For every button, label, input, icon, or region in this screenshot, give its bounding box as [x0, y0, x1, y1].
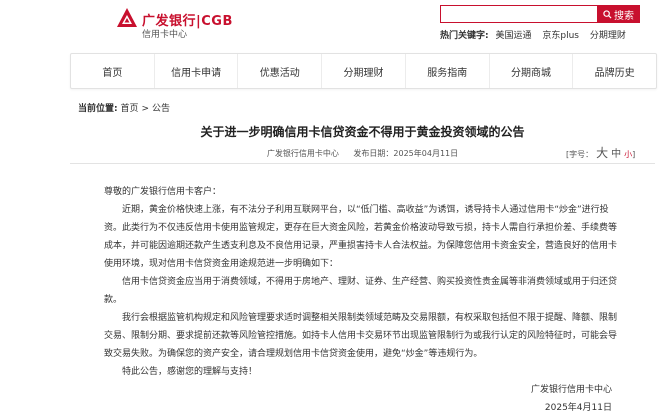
font-size-label: [字号：	[566, 150, 594, 159]
breadcrumb-separator: >	[141, 104, 150, 114]
hot-keywords-label: 热门关键字:	[440, 31, 489, 41]
nav-installment-finance[interactable]: 分期理财	[322, 54, 406, 88]
breadcrumb-home[interactable]: 首页	[120, 104, 138, 114]
font-size-end: ]	[632, 150, 636, 159]
hot-link-jd-plus[interactable]: 京东plus	[542, 31, 579, 41]
signature: 广发银行信用卡中心	[530, 385, 612, 395]
nav-card-apply[interactable]: 信用卡申请	[155, 54, 239, 88]
paragraph: 信用卡信贷资金应当用于消费领域，不得用于房地产、理财、证券、生产经营、购买投资性…	[104, 277, 618, 305]
article-title: 关于进一步明确信用卡信贷资金不得用于黄金投资领域的公告	[200, 125, 525, 139]
top-bar: 广发银行|CGB 信用卡中心 搜索 热门关键字: 美国运通 京东plus 分期理…	[0, 0, 660, 44]
paragraph: 近期，黄金价格快速上涨，有不法分子利用互联网平台，以“低门槛、高收益”为诱饵，诱…	[104, 205, 618, 269]
nav-service-guide[interactable]: 服务指南	[406, 54, 490, 88]
breadcrumb-notice[interactable]: 公告	[152, 104, 170, 114]
main-nav: 首页 信用卡申请 优惠活动 分期理财 服务指南 分期商城 品牌历史	[70, 53, 657, 89]
hot-link-amex[interactable]: 美国运通	[495, 31, 531, 41]
nav-brand-history[interactable]: 品牌历史	[573, 54, 656, 88]
search-button[interactable]: 搜索	[597, 5, 640, 23]
hot-keywords: 热门关键字: 美国运通 京东plus 分期理财	[440, 28, 634, 41]
search-input[interactable]	[440, 5, 603, 23]
search-button-label: 搜索	[614, 10, 634, 22]
font-size-medium[interactable]: 中	[611, 149, 621, 160]
article-body: 尊敬的广发银行信用卡客户： 近期，黄金价格快速上涨，有不法分子利用互联网平台，以…	[104, 183, 624, 381]
nav-promotions[interactable]: 优惠活动	[238, 54, 323, 88]
font-size-large[interactable]: 大	[596, 146, 608, 160]
bank-subtitle: 信用卡中心	[142, 30, 188, 40]
cgb-logo-icon	[117, 8, 137, 27]
breadcrumb: 当前位置: 首页 > 公告	[78, 101, 170, 114]
font-size-small[interactable]: 小	[624, 150, 632, 159]
article-source: 广发银行信用卡中心	[266, 149, 339, 158]
greeting: 尊敬的广发银行信用卡客户：	[104, 187, 222, 197]
nav-installment-mall[interactable]: 分期商城	[490, 54, 574, 88]
search-icon	[603, 9, 612, 19]
closing: 特此公告，感谢您的理解与支持！	[122, 367, 258, 377]
paragraph: 我行会根据监管机构规定和风险管理要求适时调整相关限制类领域范畴及交易限额，有权采…	[104, 313, 618, 359]
hot-link-installment[interactable]: 分期理财	[590, 31, 626, 41]
title-divider	[70, 163, 655, 164]
font-size-control: [字号：大中小]	[566, 144, 635, 161]
article-date: 发布日期：2025年04月11日	[353, 149, 459, 158]
nav-home[interactable]: 首页	[71, 54, 155, 88]
bank-logo[interactable]: 广发银行|CGB 信用卡中心	[116, 7, 266, 40]
breadcrumb-label: 当前位置:	[78, 104, 118, 114]
signature-date: 2025年4月11日	[544, 403, 612, 413]
